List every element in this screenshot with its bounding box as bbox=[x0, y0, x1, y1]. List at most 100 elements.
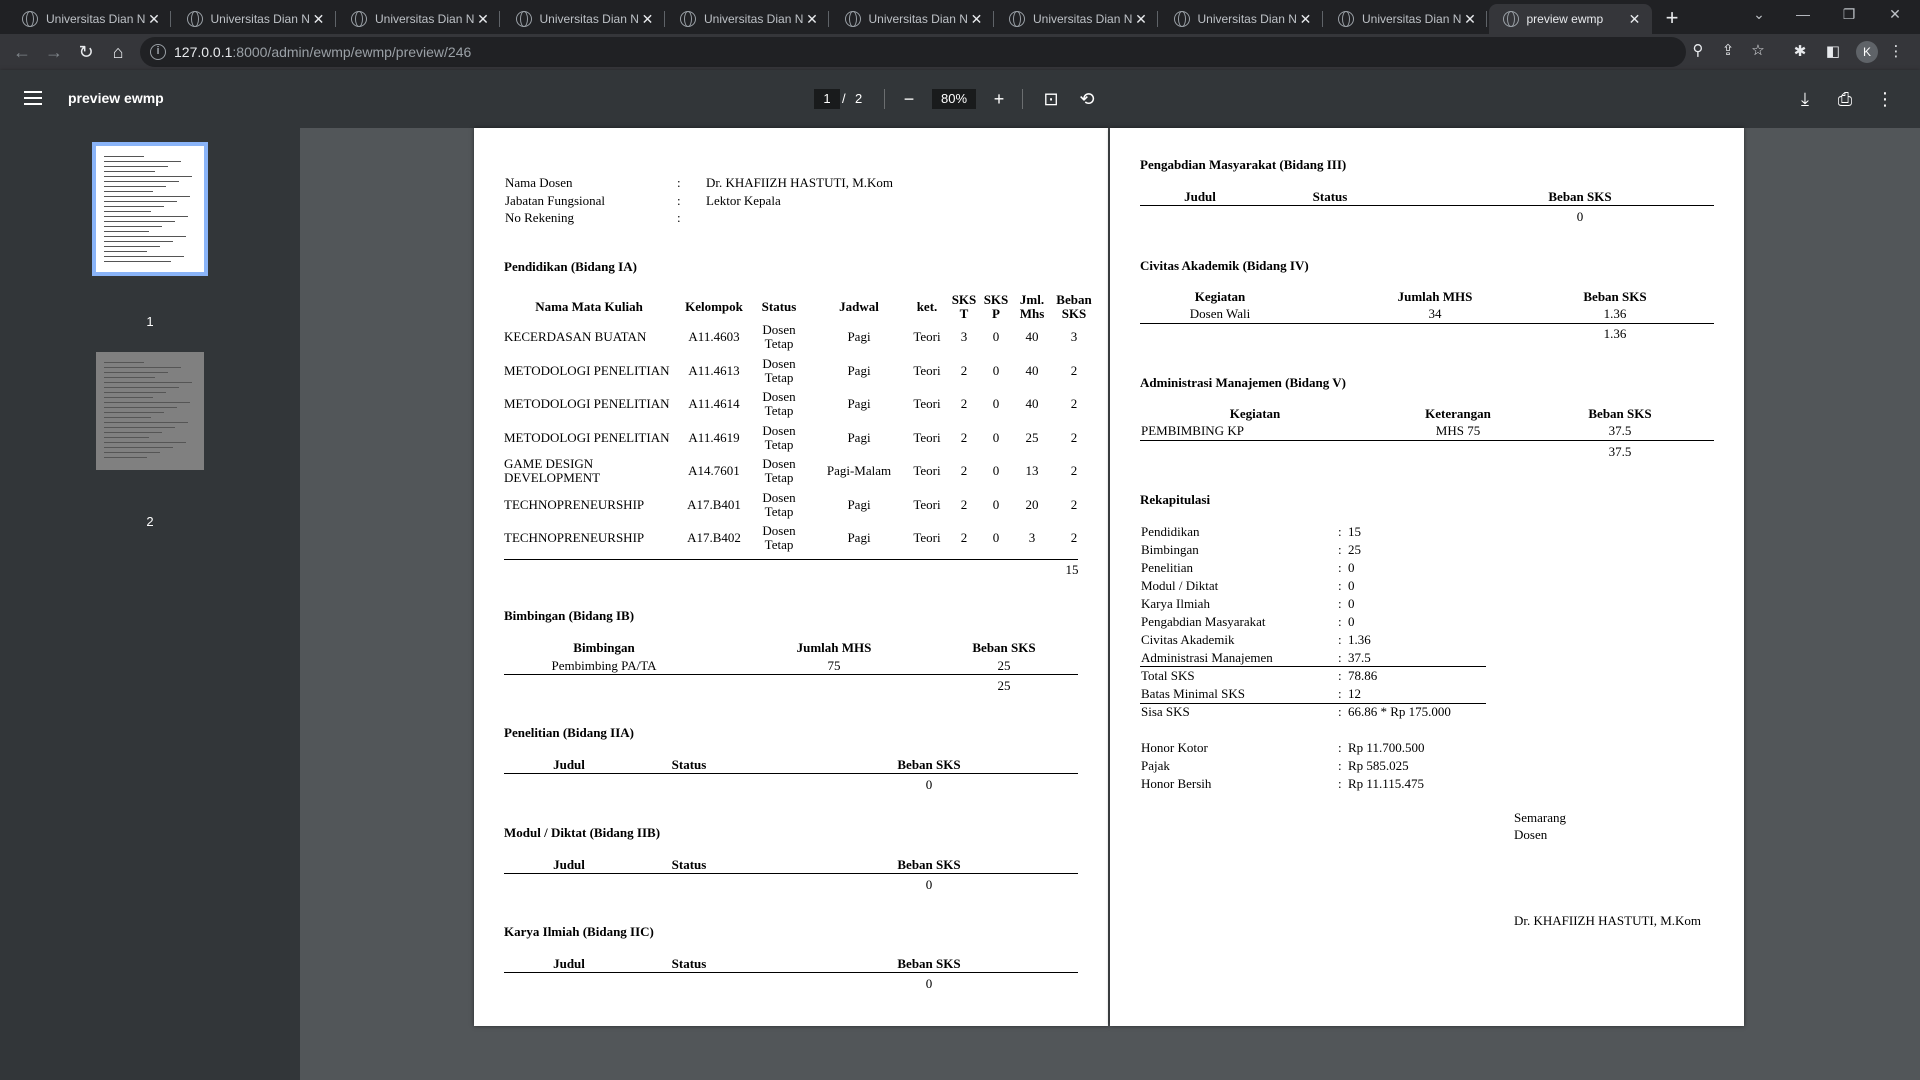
pdf-page-2: Pengabdian Masyarakat (Bidang III) Judul… bbox=[1110, 128, 1744, 1026]
beban-sks-cell: 37.5 bbox=[1608, 423, 1632, 438]
tab[interactable]: Universitas Dian Nuswantoro✕ bbox=[666, 4, 829, 34]
close-window-icon[interactable]: ✕ bbox=[1872, 0, 1918, 30]
rotate-icon[interactable]: ⟲ bbox=[1076, 88, 1098, 110]
close-icon[interactable]: ✕ bbox=[1461, 11, 1479, 28]
thumb-text-line bbox=[104, 171, 155, 172]
tab[interactable]: Universitas Dian Nuswantoro✕ bbox=[8, 4, 171, 34]
tab-active[interactable]: preview ewmp ✕ bbox=[1488, 4, 1652, 34]
table-cell: METODOLOGI PENELITIAN bbox=[504, 429, 670, 445]
new-tab-icon[interactable]: + bbox=[1658, 5, 1686, 33]
thumb-text-line bbox=[104, 362, 144, 363]
back-icon[interactable]: ← bbox=[8, 38, 36, 66]
table-cell: 2 bbox=[1070, 362, 1078, 378]
close-icon[interactable]: ✕ bbox=[803, 11, 821, 28]
side-panel-icon[interactable]: ◧ bbox=[1823, 42, 1843, 62]
zoom-icon[interactable]: ⚲ bbox=[1688, 41, 1708, 61]
close-icon[interactable]: ✕ bbox=[639, 11, 657, 28]
close-icon[interactable]: ✕ bbox=[1626, 11, 1644, 28]
thumb-text-line bbox=[104, 372, 168, 373]
colon: : bbox=[1338, 668, 1342, 683]
home-icon[interactable]: ⌂ bbox=[104, 38, 132, 66]
rekap-value: Rp 11.700.500 bbox=[1348, 740, 1425, 755]
jumlah-mhs-header: Jumlah MHS bbox=[796, 640, 872, 655]
close-icon[interactable]: ✕ bbox=[1132, 11, 1150, 28]
tab-title: Universitas Dian Nuswantoro bbox=[1197, 12, 1297, 26]
url-text[interactable]: 127.0.0.1:8000/admin/ewmp/ewmp/preview/2… bbox=[174, 44, 471, 60]
minimize-icon[interactable]: — bbox=[1780, 0, 1826, 30]
page-number-input[interactable]: 1 bbox=[814, 89, 840, 109]
rekap-value: 66.86 * Rp 175.000 bbox=[1348, 704, 1451, 719]
tab[interactable]: Universitas Dian Nuswantoro✕ bbox=[1160, 4, 1323, 34]
tab-separator bbox=[334, 11, 336, 27]
table-cell: Dosen Tetap bbox=[762, 489, 796, 519]
close-icon[interactable]: ✕ bbox=[1297, 11, 1315, 28]
table-cell: 2 bbox=[960, 429, 968, 445]
divider bbox=[504, 773, 1078, 774]
rekap-value: 0 bbox=[1348, 578, 1355, 593]
pdf-title: preview ewmp bbox=[68, 90, 164, 106]
tab[interactable]: Universitas Dian Nuswantoro✕ bbox=[1324, 4, 1487, 34]
divider bbox=[1140, 703, 1486, 704]
print-icon[interactable]: ⎙ bbox=[1834, 88, 1856, 110]
close-icon[interactable]: ✕ bbox=[310, 11, 328, 28]
rekap-value: 0 bbox=[1348, 614, 1355, 629]
zoom-out-icon[interactable]: − bbox=[898, 88, 920, 110]
tab[interactable]: Universitas Dian Nuswantoro✕ bbox=[502, 4, 665, 34]
table-cell: 3 bbox=[1070, 329, 1078, 344]
pendidikan-header: SKS T bbox=[951, 292, 977, 321]
colon: : bbox=[677, 175, 681, 190]
hamburger-menu-icon[interactable] bbox=[24, 91, 42, 105]
download-icon[interactable]: ⤓ bbox=[1794, 88, 1816, 110]
pengabdian-total: 0 bbox=[1576, 209, 1584, 224]
address-bar[interactable]: i 127.0.0.1:8000/admin/ewmp/ewmp/preview… bbox=[140, 37, 1765, 67]
chevron-down-icon[interactable]: ⌄ bbox=[1736, 0, 1782, 30]
penelitian-total: 0 bbox=[925, 777, 933, 792]
close-icon[interactable]: ✕ bbox=[474, 11, 492, 28]
zoom-in-icon[interactable]: + bbox=[988, 88, 1010, 110]
tab[interactable]: Universitas Dian Nuswantoro✕ bbox=[173, 4, 336, 34]
zoom-input[interactable]: 80% bbox=[932, 89, 976, 109]
extensions-icon[interactable]: ✱ bbox=[1790, 42, 1810, 62]
rekening-label: No Rekening bbox=[505, 210, 574, 225]
tab-separator bbox=[170, 11, 171, 27]
judul-header: Judul bbox=[553, 757, 585, 772]
share-icon[interactable]: ⇪ bbox=[1718, 41, 1738, 61]
table-cell: GAME DESIGN DEVELOPMENT bbox=[504, 456, 601, 485]
tab[interactable]: Universitas Dian Nuswantoro✕ bbox=[337, 4, 500, 34]
browser-menu-icon[interactable]: ⋮ bbox=[1886, 42, 1906, 62]
rekap-value: 1.36 bbox=[1348, 632, 1371, 647]
site-info-icon[interactable]: i bbox=[150, 44, 166, 60]
profile-avatar[interactable]: K bbox=[1856, 41, 1878, 63]
table-cell: Dosen Tetap bbox=[762, 355, 796, 385]
forward-icon[interactable]: → bbox=[40, 38, 68, 66]
table-cell: 3 bbox=[1028, 530, 1036, 545]
table-cell: TECHNOPRENEURSHIP bbox=[504, 530, 645, 545]
tab[interactable]: Universitas Dian Nuswantoro✕ bbox=[995, 4, 1158, 34]
pendidikan-header: Kelompok bbox=[685, 299, 743, 314]
tab-title: Universitas Dian Nuswantoro bbox=[46, 12, 145, 26]
beban-sks-cell: 25 bbox=[997, 658, 1011, 673]
table-cell: Teori bbox=[913, 329, 941, 344]
table-cell: METODOLOGI PENELITIAN bbox=[504, 362, 670, 378]
tab[interactable]: Universitas Dian Nuswantoro✕ bbox=[831, 4, 994, 34]
reload-icon[interactable]: ↻ bbox=[72, 38, 100, 66]
rekap-label: Sisa SKS bbox=[1141, 704, 1190, 719]
page-thumbnail-1[interactable] bbox=[96, 146, 204, 272]
table-cell: 2 bbox=[960, 463, 968, 478]
restore-icon[interactable]: ❐ bbox=[1826, 0, 1872, 30]
close-icon[interactable]: ✕ bbox=[145, 11, 163, 28]
bookmark-star-icon[interactable]: ☆ bbox=[1748, 41, 1768, 61]
kegiatan-header: Kegiatan bbox=[1229, 406, 1281, 421]
bimbingan-cell: Pembimbing PA/TA bbox=[551, 658, 657, 673]
fit-page-icon[interactable]: ⊡ bbox=[1040, 88, 1062, 110]
close-icon[interactable]: ✕ bbox=[968, 11, 986, 28]
tab-separator bbox=[499, 11, 500, 27]
table-cell: Pagi bbox=[847, 530, 871, 545]
beban-sks-cell: 1.36 bbox=[1603, 306, 1627, 321]
colon: : bbox=[1338, 758, 1342, 773]
more-actions-icon[interactable]: ⋮ bbox=[1874, 88, 1896, 110]
table-cell: KECERDASAN BUATAN bbox=[504, 329, 647, 344]
colon: : bbox=[1338, 596, 1342, 611]
thumb-text-line bbox=[104, 407, 177, 408]
page-thumbnail-2[interactable] bbox=[96, 352, 204, 470]
